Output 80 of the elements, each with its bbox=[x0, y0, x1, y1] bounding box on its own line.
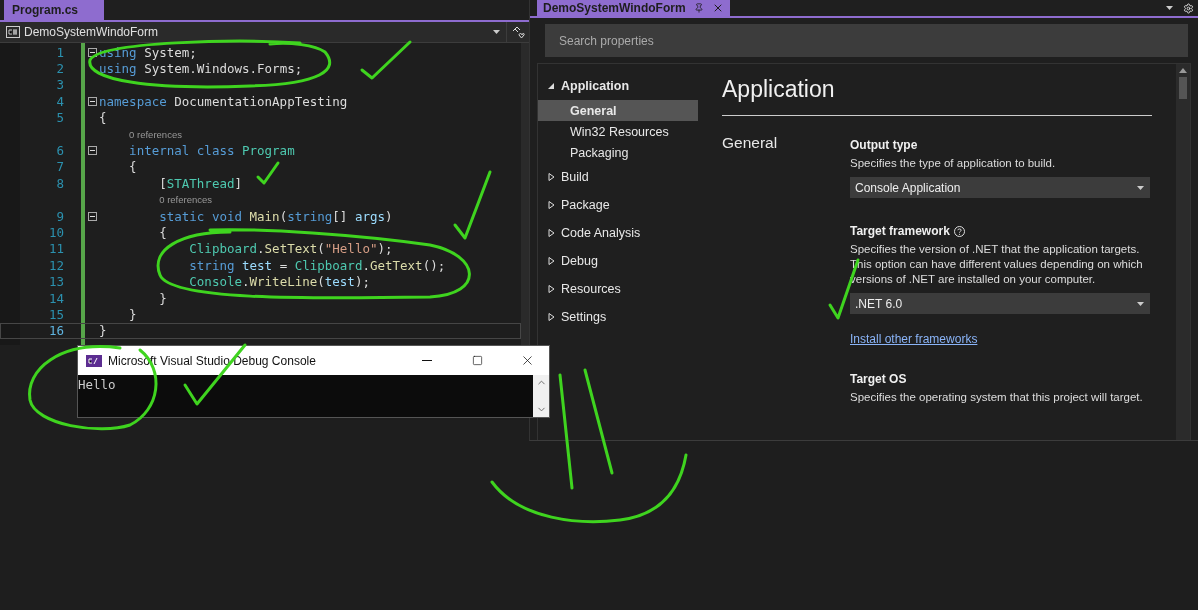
caret-icon bbox=[493, 30, 500, 34]
code-line: { bbox=[99, 110, 107, 126]
check-mark bbox=[256, 161, 280, 185]
scroll-up-icon[interactable] bbox=[1179, 68, 1187, 73]
code-editor[interactable] bbox=[0, 43, 529, 345]
scrollbar[interactable] bbox=[1176, 64, 1190, 440]
line-number: 15 bbox=[47, 306, 64, 322]
code-line: Console.WriteLine(test); bbox=[188, 274, 370, 290]
check-mark bbox=[360, 40, 412, 80]
line-number: 13 bbox=[47, 274, 64, 290]
line-number: 2 bbox=[55, 61, 64, 77]
field-description: Specifies the operating system that this project will target. bbox=[850, 390, 1144, 405]
maximize-icon bbox=[471, 355, 483, 366]
properties-tab[interactable]: DemoSystemWindoForm bbox=[537, 0, 730, 16]
code-line: { bbox=[128, 159, 137, 175]
code-line: } bbox=[158, 290, 167, 306]
field-label: Target OS bbox=[850, 372, 907, 386]
nav-item[interactable]: General bbox=[538, 100, 698, 121]
caret-icon bbox=[1166, 6, 1173, 10]
collapse-icon[interactable] bbox=[87, 211, 97, 221]
line-number: 8 bbox=[55, 175, 64, 191]
collapse-icon[interactable] bbox=[87, 146, 97, 156]
references-link[interactable]: 0 references bbox=[129, 128, 182, 140]
line-number: 1 bbox=[55, 44, 64, 60]
search-field[interactable]: Search properties bbox=[545, 24, 1188, 57]
line-number: 7 bbox=[55, 159, 64, 175]
code-line: [STAThread] bbox=[158, 175, 242, 191]
line-number: 16 bbox=[47, 323, 64, 339]
section-label: General bbox=[722, 133, 779, 152]
nav-item[interactable]: Packaging bbox=[538, 142, 698, 163]
code-line: static void Main(string[] args) bbox=[158, 208, 393, 224]
collapse-icon[interactable] bbox=[87, 96, 97, 106]
nav-item[interactable]: Package bbox=[538, 191, 698, 219]
code-line: { bbox=[158, 225, 167, 240]
minimize-icon bbox=[422, 360, 432, 361]
line-number: 12 bbox=[47, 257, 64, 273]
field-label: Output type bbox=[850, 138, 918, 152]
line-number: 14 bbox=[47, 290, 64, 306]
code-line: using System.Windows.Forms; bbox=[99, 61, 303, 77]
line-number: 5 bbox=[55, 110, 64, 126]
line-number: 10 bbox=[47, 225, 64, 240]
references-link[interactable]: 0 references bbox=[159, 194, 213, 206]
line-number: 3 bbox=[55, 77, 64, 93]
line-number: 9 bbox=[55, 208, 64, 224]
nav-item[interactable]: Debug bbox=[538, 247, 698, 275]
scrollbar[interactable] bbox=[533, 375, 549, 417]
code-line: string test = Clipboard.GetText(); bbox=[188, 257, 446, 273]
code-line: } bbox=[128, 306, 137, 322]
caret-icon bbox=[1137, 301, 1144, 306]
pin-heart-icon bbox=[511, 25, 525, 39]
nav-item[interactable]: Build bbox=[538, 163, 698, 191]
check-mark bbox=[453, 170, 492, 240]
nav-item[interactable]: Resources bbox=[538, 275, 698, 303]
document-tab[interactable]: Program.cs bbox=[4, 0, 105, 20]
line-number: 11 bbox=[47, 241, 64, 257]
field-label: Target framework bbox=[850, 224, 950, 238]
console-output: Hello bbox=[78, 376, 116, 392]
help-icon[interactable] bbox=[953, 225, 965, 237]
line-number: 4 bbox=[55, 93, 64, 109]
code-line: } bbox=[99, 323, 107, 339]
nav-item[interactable]: Application bbox=[538, 72, 698, 100]
code-line: internal class Program bbox=[128, 143, 295, 159]
console-app-icon bbox=[86, 354, 102, 367]
install-frameworks-link[interactable]: Install other frameworks bbox=[850, 332, 978, 346]
page-title: Application bbox=[722, 74, 1152, 116]
caret-icon bbox=[1137, 185, 1144, 190]
code-line: Clipboard.SetText("Hello"); bbox=[188, 241, 393, 257]
nav-item[interactable]: Win32 Resources bbox=[538, 121, 698, 142]
dropdown[interactable]: .NET 6.0 bbox=[850, 293, 1150, 314]
code-line: namespace DocumentationAppTesting bbox=[99, 93, 348, 109]
line-number: 6 bbox=[55, 143, 64, 159]
settings-icon[interactable] bbox=[1183, 2, 1194, 14]
dropdown[interactable]: Console Application bbox=[850, 177, 1150, 198]
nav-item[interactable]: Settings bbox=[538, 303, 698, 331]
scroll-thumb[interactable] bbox=[1179, 77, 1187, 99]
nav-item[interactable]: Code Analysis bbox=[538, 219, 698, 247]
csharp-project-icon bbox=[6, 26, 20, 38]
pin-icon[interactable] bbox=[693, 3, 704, 13]
field-description: Specifies the type of application to build. bbox=[850, 156, 1057, 171]
collapse-icon[interactable] bbox=[87, 47, 97, 57]
